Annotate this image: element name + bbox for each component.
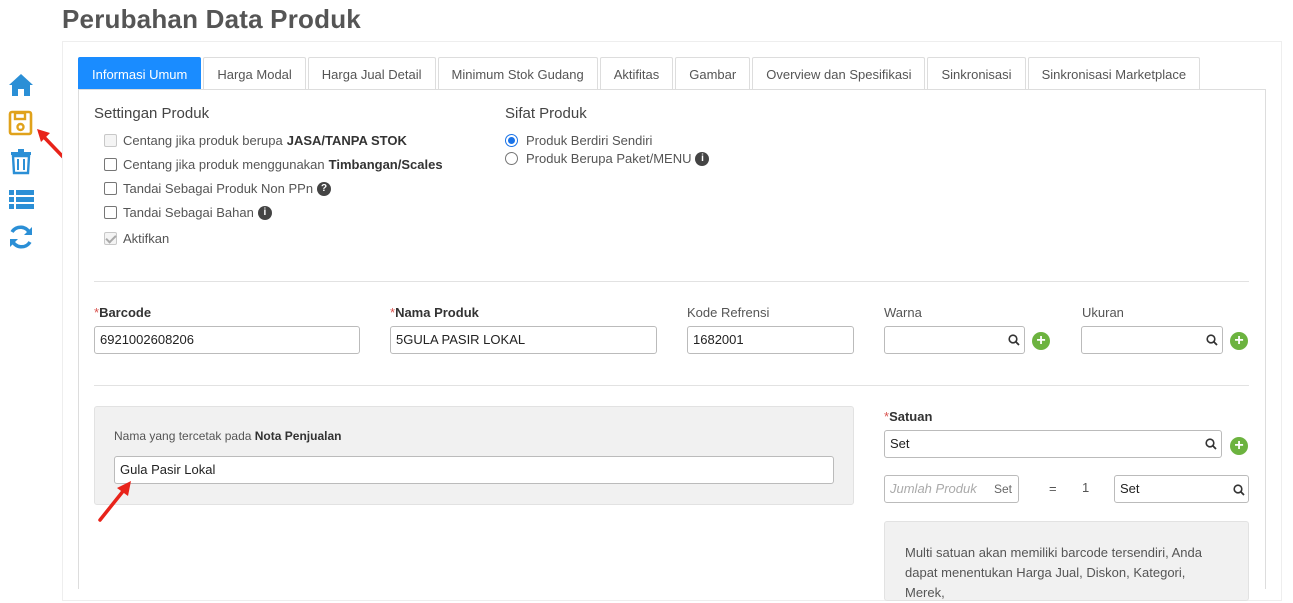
radio-berdiri-sendiri[interactable]: Produk Berdiri Sendiri [505,133,652,148]
warna-input[interactable] [884,326,1025,354]
tab-harga-modal[interactable]: Harga Modal [203,57,306,90]
divider [94,385,1249,386]
question-icon[interactable]: ? [317,181,332,196]
tab-informasi-umum[interactable]: Informasi Umum [78,57,202,90]
page-title: Perubahan Data Produk [62,4,361,34]
info-icon[interactable]: i [257,205,272,220]
radio-paket-menu[interactable]: Produk Berupa Paket/MENU i [505,151,710,166]
checkbox-box[interactable] [104,134,117,147]
divider [94,281,1249,282]
add-ukuran-icon[interactable]: + [1230,332,1248,350]
jumlah-suffix: Set [993,482,1012,496]
checkbox-label: Aktifkan [123,231,170,246]
tab-overview-spesifikasi[interactable]: Overview dan Spesifikasi [752,57,926,90]
tab-bar: Informasi Umum Harga Modal Harga Jual De… [78,57,1202,90]
warna-label: Warna [884,305,922,320]
checkbox-jasa[interactable]: Centang jika produk berupa JASA/TANPA ST… [104,133,407,148]
add-warna-icon[interactable]: + [1032,332,1050,350]
nama-produk-label: *Nama Produk [390,305,479,320]
tab-minimum-stok-gudang[interactable]: Minimum Stok Gudang [437,57,598,90]
jumlah-produk-input[interactable]: Jumlah Produk Set [884,475,1019,503]
barcode-input[interactable]: 6921002608206 [94,326,360,354]
radio-label: Produk Berupa Paket/MENU [526,151,692,166]
checkbox-label: Tandai Sebagai Bahan [123,205,254,220]
jumlah-produk-placeholder: Jumlah Produk [890,481,977,496]
checkbox-box[interactable] [104,206,117,219]
checkbox-non-ppn[interactable]: Tandai Sebagai Produk Non PPn ? [104,181,332,196]
home-icon[interactable] [6,70,36,100]
search-icon[interactable] [1205,438,1217,450]
tab-sinkronisasi-marketplace[interactable]: Sinkronisasi Marketplace [1027,57,1201,90]
save-icon[interactable] [6,108,36,138]
trash-icon[interactable] [6,146,36,176]
checkbox-box[interactable] [104,182,117,195]
arrow-annotation-nota [98,481,131,522]
unit-conversion-input[interactable]: Set [1114,475,1249,503]
radio-button[interactable] [505,134,518,147]
barcode-label: *Barcode [94,305,152,320]
checkbox-box[interactable] [104,232,117,245]
search-icon[interactable] [1206,334,1218,346]
radio-button[interactable] [505,152,518,165]
nota-penjualan-input[interactable]: Gula Pasir Lokal [114,456,834,484]
nota-label: Nama yang tercetak pada Nota Penjualan [114,429,342,443]
sidebar [6,68,38,260]
checkbox-label: Centang jika produk berupa [123,133,283,148]
ukuran-label: Ukuran [1082,305,1124,320]
tab-sinkronisasi[interactable]: Sinkronisasi [927,57,1026,90]
checkbox-label-bold: Timbangan/Scales [328,157,443,172]
kode-refrensi-label: Kode Refrensi [687,305,770,320]
checkbox-bahan[interactable]: Tandai Sebagai Bahan i [104,205,272,220]
checkbox-box[interactable] [104,158,117,171]
checkbox-label: Centang jika produk menggunakan [123,157,325,172]
refresh-icon[interactable] [6,222,36,252]
tab-aktifitas[interactable]: Aktifitas [599,57,674,90]
search-icon[interactable] [1233,484,1245,496]
multi-satuan-note: Multi satuan akan memiliki barcode terse… [884,521,1249,601]
checkbox-label: Tandai Sebagai Produk Non PPn [123,181,314,196]
settingan-title: Settingan Produk [94,105,210,122]
checkbox-timbangan[interactable]: Centang jika produk menggunakan Timbanga… [104,157,443,172]
kode-refrensi-input[interactable]: 1682001 [687,326,854,354]
checkbox-label-bold: JASA/TANPA STOK [286,133,407,148]
checkbox-aktifkan[interactable]: Aktifkan [104,231,169,246]
tab-gambar[interactable]: Gambar [675,57,751,90]
conversion-qty: 1 [1082,480,1090,495]
radio-label: Produk Berdiri Sendiri [526,133,653,148]
ukuran-input[interactable] [1081,326,1223,354]
equals-sign: = [1049,481,1057,496]
satuan-input[interactable]: Set [884,430,1222,458]
info-icon[interactable]: i [695,151,710,166]
satuan-label: *Satuan [884,409,933,424]
add-satuan-icon[interactable]: + [1230,437,1248,455]
list-icon[interactable] [6,184,36,214]
sifat-title: Sifat Produk [505,105,587,122]
search-icon[interactable] [1008,334,1020,346]
nama-produk-input[interactable]: 5GULA PASIR LOKAL [390,326,657,354]
tab-harga-jual-detail[interactable]: Harga Jual Detail [307,57,436,90]
